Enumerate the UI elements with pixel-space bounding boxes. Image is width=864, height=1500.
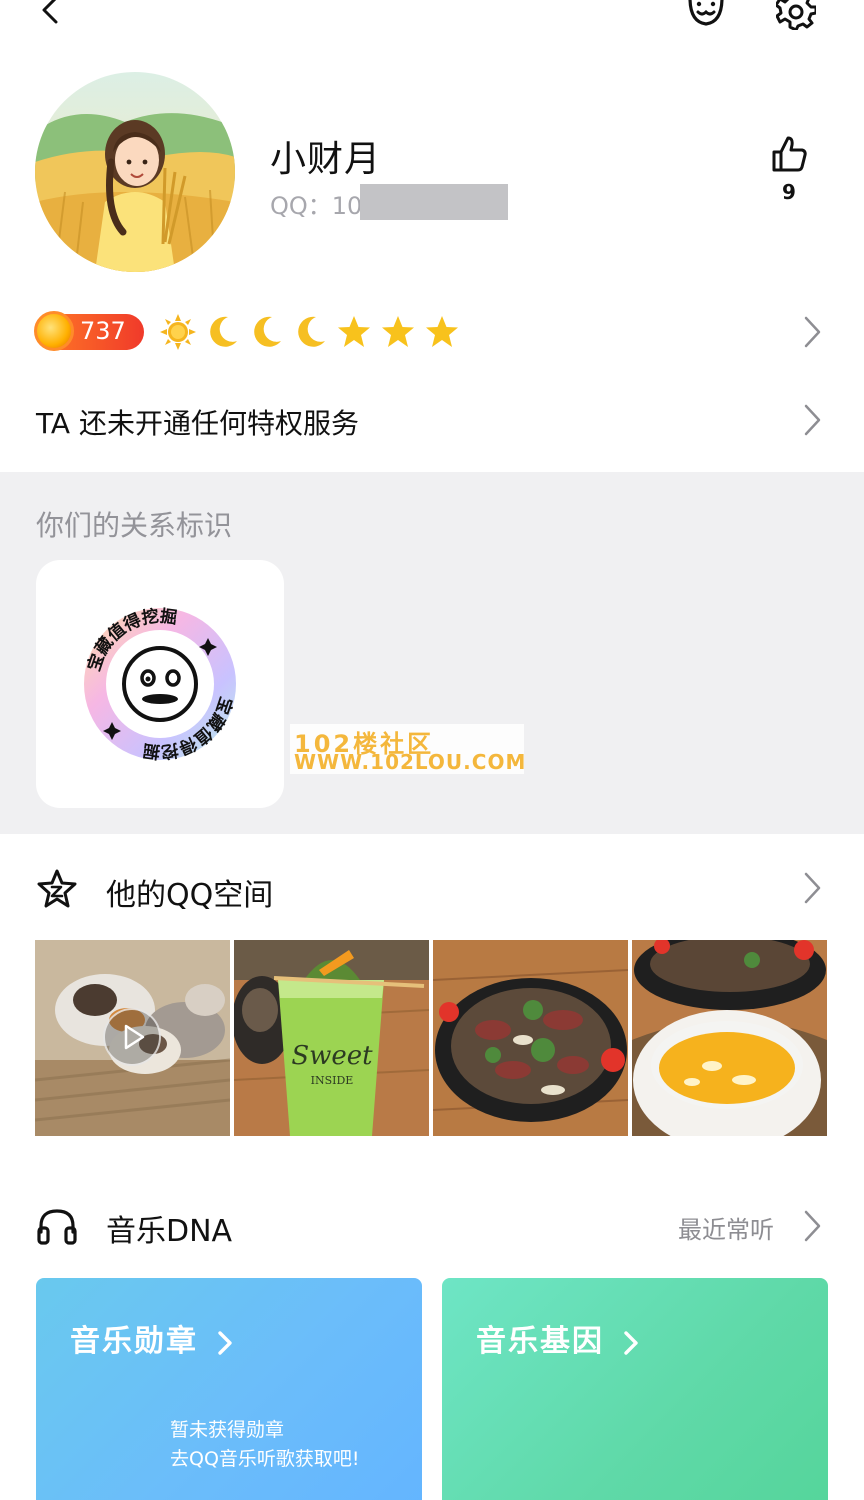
qzone-title[interactable]: 他的QQ空间 xyxy=(106,870,273,914)
photo-thumbnail-salad[interactable] xyxy=(433,940,628,1136)
star-icon xyxy=(380,314,416,350)
qzone-star-icon xyxy=(37,869,77,908)
add-friend-icon[interactable] xyxy=(684,0,728,30)
gear-icon[interactable] xyxy=(776,0,816,30)
headphones-icon xyxy=(37,1209,77,1245)
chevron-right-icon xyxy=(804,316,821,348)
drink-cup-text: Sweet xyxy=(291,1041,373,1071)
moon-icon xyxy=(292,314,328,350)
photo-thumbnail-drink[interactable]: Sweet INSIDE xyxy=(234,940,429,1136)
top-bar xyxy=(0,0,864,40)
medal-desc-line2: 去QQ音乐听歌获取吧! xyxy=(170,1448,360,1470)
thumbs-up-icon xyxy=(772,136,807,172)
watermark-url: WWW.102LOU.COM xyxy=(294,750,527,774)
qzone-photo-strip: Sweet INSIDE xyxy=(35,940,829,1136)
level-value: 737 xyxy=(80,317,126,345)
sun-icon xyxy=(160,314,196,350)
chevron-right-icon[interactable] xyxy=(802,404,822,436)
chevron-right-icon xyxy=(624,1330,639,1355)
nickname: 小财月 xyxy=(270,139,382,180)
qq-number: QQ：10 xyxy=(270,192,363,220)
star-icon xyxy=(336,314,372,350)
qq-number-redaction xyxy=(360,184,508,220)
music-dna-title: 音乐DNA xyxy=(106,1214,233,1249)
privilege-status[interactable]: TA 还未开通任何特权服务 xyxy=(36,402,359,442)
level-icons xyxy=(160,314,460,350)
treasure-badge-icon: 宝藏值得挖掘 宝藏值得挖掘 xyxy=(83,606,236,763)
moon-icon xyxy=(204,314,240,350)
level-badge: 737 xyxy=(34,311,144,351)
music-medal-label: 音乐勋章 xyxy=(70,1324,198,1359)
music-medal-description: 暂未获得勋章 去QQ音乐听歌获取吧! xyxy=(170,1416,360,1474)
photo-thumbnail-soup[interactable] xyxy=(632,940,827,1136)
music-medal-title: 音乐勋章 xyxy=(70,1316,234,1360)
relationship-title: 你们的关系标识 xyxy=(36,509,233,542)
music-gene-card[interactable]: 音乐基因 xyxy=(442,1278,828,1500)
music-gene-label: 音乐基因 xyxy=(476,1324,604,1359)
music-medal-card[interactable]: 音乐勋章 暂未获得勋章 去QQ音乐听歌获取吧! xyxy=(36,1278,422,1500)
recent-listen-link[interactable]: 最近常听 xyxy=(678,1210,774,1245)
level-row[interactable]: 737 xyxy=(0,300,864,364)
coin-icon xyxy=(34,311,74,351)
drink-cup-subtext: INSIDE xyxy=(311,1074,354,1087)
music-gene-title: 音乐基因 xyxy=(476,1316,640,1360)
like-count: 9 xyxy=(782,180,796,204)
chevron-left-icon[interactable] xyxy=(36,0,66,26)
chevron-right-icon[interactable] xyxy=(802,872,822,904)
chevron-right-icon[interactable] xyxy=(802,1210,822,1242)
relationship-section: 你们的关系标识 宝藏值得挖掘 宝藏值得挖掘 102楼社区 WWW.102LOU.… xyxy=(0,472,864,834)
photo-thumbnail-kittens[interactable] xyxy=(35,940,230,1136)
watermark: 102楼社区 WWW.102LOU.COM xyxy=(290,724,527,774)
star-icon xyxy=(424,314,460,350)
medal-desc-line1: 暂未获得勋章 xyxy=(170,1419,285,1441)
avatar[interactable] xyxy=(35,72,235,272)
play-icon[interactable] xyxy=(103,1008,161,1066)
moon-icon xyxy=(248,314,284,350)
chevron-right-icon xyxy=(218,1330,233,1355)
relationship-badge-card[interactable]: 宝藏值得挖掘 宝藏值得挖掘 xyxy=(36,560,284,808)
like-button[interactable]: 9 xyxy=(766,134,812,220)
